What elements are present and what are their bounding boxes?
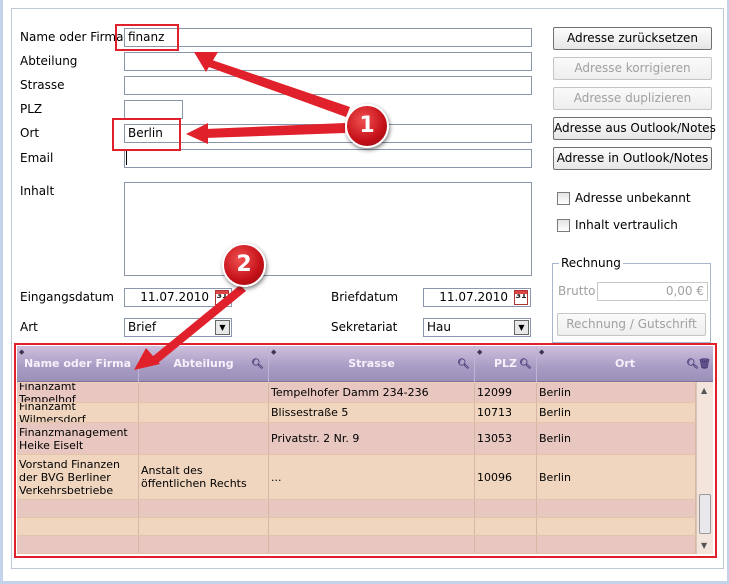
- briefdatum-label: Briefdatum: [331, 290, 399, 304]
- email-field[interactable]: [124, 149, 532, 168]
- eingangsdatum-label: Eingangsdatum: [20, 290, 114, 304]
- ort-field[interactable]: Berlin: [124, 124, 532, 143]
- email-label: Email: [20, 151, 54, 165]
- frame-right: [723, 8, 724, 568]
- correct-address-button[interactable]: Adresse korrigieren: [553, 57, 712, 80]
- art-select[interactable]: Brief ▼: [124, 318, 232, 337]
- chevron-down-icon[interactable]: ▼: [514, 320, 529, 335]
- eingangsdatum-value: 11.07.2010: [140, 290, 209, 304]
- frame-top: [11, 8, 724, 9]
- unbekannt-label: Adresse unbekannt: [575, 191, 691, 205]
- sekretariat-value: Hau: [427, 320, 451, 334]
- sekretariat-select[interactable]: Hau ▼: [423, 318, 531, 337]
- frame-left: [11, 8, 12, 568]
- abteilung-field[interactable]: [124, 52, 532, 71]
- name-field[interactable]: finanz: [124, 28, 532, 47]
- briefdatum-value: 11.07.2010: [439, 290, 508, 304]
- vertraulich-checkbox[interactable]: [557, 219, 570, 232]
- highlight-name-field: [115, 24, 179, 51]
- calendar-icon[interactable]: 31: [514, 290, 528, 305]
- callout-badge-1: 1: [345, 104, 389, 148]
- plz-field[interactable]: [124, 100, 183, 119]
- art-value: Brief: [128, 320, 157, 334]
- callout-badge-2: 2: [222, 243, 266, 287]
- vertraulich-label: Inhalt vertraulich: [575, 218, 678, 232]
- brutto-field[interactable]: 0,00 €: [597, 282, 708, 301]
- eingangsdatum-field[interactable]: 11.07.2010 31: [124, 288, 232, 307]
- brutto-label: Brutto: [558, 284, 596, 298]
- briefdatum-field[interactable]: 11.07.2010 31: [423, 288, 531, 307]
- highlight-ort-field: [112, 118, 181, 151]
- art-label: Art: [20, 320, 38, 334]
- rechnung-button[interactable]: Rechnung / Gutschrift: [557, 313, 706, 336]
- abteilung-label: Abteilung: [20, 54, 78, 68]
- duplicate-address-button[interactable]: Adresse duplizieren: [553, 87, 712, 110]
- inhalt-textarea[interactable]: [124, 182, 532, 276]
- reset-address-button[interactable]: Adresse zurücksetzen: [553, 27, 712, 50]
- export-outlook-button[interactable]: Adresse in Outlook/Notes: [553, 147, 712, 170]
- name-label: Name oder Firma: [20, 30, 124, 44]
- unbekannt-checkbox[interactable]: [557, 192, 570, 205]
- inhalt-label: Inhalt: [20, 184, 55, 198]
- rechnung-title: Rechnung: [559, 256, 623, 270]
- ort-label: Ort: [20, 126, 40, 140]
- sekretariat-label: Sekretariat: [331, 320, 398, 334]
- plz-label: PLZ: [20, 102, 43, 116]
- highlight-grid: [14, 343, 717, 558]
- strasse-label: Strasse: [20, 78, 65, 92]
- text-caret: [126, 151, 127, 165]
- strasse-field[interactable]: [124, 76, 532, 95]
- frame-bottom: [11, 568, 724, 569]
- import-outlook-button[interactable]: Adresse aus Outlook/Notes: [553, 117, 716, 140]
- calendar-icon[interactable]: 31: [215, 290, 229, 305]
- chevron-down-icon[interactable]: ▼: [215, 320, 230, 335]
